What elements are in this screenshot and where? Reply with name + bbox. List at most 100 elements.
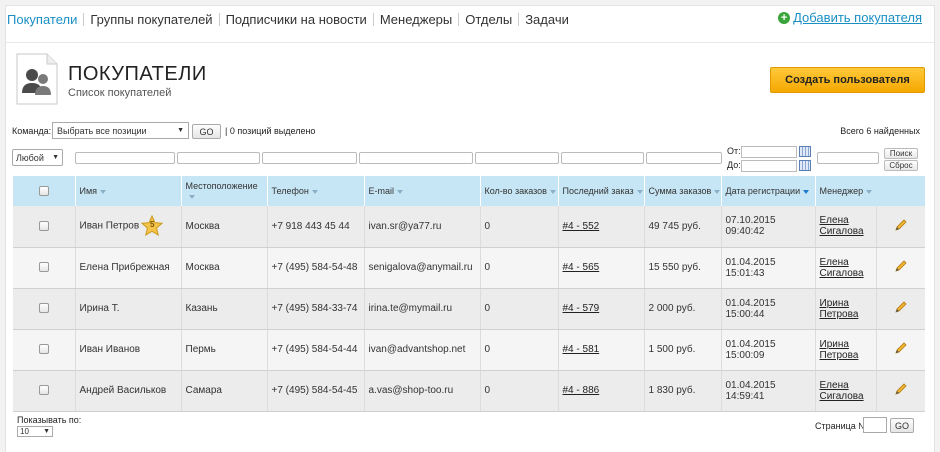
date-to-input[interactable] (741, 160, 797, 172)
phone-cell: +7 918 443 45 44 (266, 206, 364, 248)
command-go-button[interactable]: GO (192, 124, 221, 139)
manager-link[interactable]: Елена Сигалова (814, 206, 876, 248)
manager-first-name: Елена (819, 215, 849, 227)
pencil-edit-icon[interactable] (894, 259, 908, 273)
command-label: Команда: (12, 126, 52, 136)
customer-name-cell: Елена Прибрежная (74, 247, 181, 289)
manager-filter-input[interactable] (817, 152, 879, 164)
nav-item-customer-groups[interactable]: Группы покупателей (83, 12, 218, 26)
row-select-cell (13, 370, 75, 412)
nav-item-tasks[interactable]: Задачи (518, 12, 575, 26)
reg-date-cell: 01.04.2015 15:00:44 (720, 288, 815, 330)
last-order-link[interactable]: #4 - 581 (557, 329, 644, 371)
last-order-link[interactable]: #4 - 552 (557, 206, 644, 248)
last-order-filter-input[interactable] (561, 152, 644, 164)
customer-name: Иван Петров (79, 220, 140, 232)
email-cell: ivan.sr@ya77.ru (363, 206, 480, 248)
reg-date: 01.04.2015 (725, 297, 776, 309)
manager-first-name: Ирина (819, 338, 849, 350)
command-select[interactable]: Выбрать все позиции ▼ (52, 122, 189, 139)
page-number-input[interactable] (863, 417, 887, 433)
email-filter-input[interactable] (359, 152, 473, 164)
orders-sum-cell: 1 830 руб. (643, 370, 721, 412)
checkbox-filter-select[interactable]: Любой ▼ (12, 149, 63, 166)
orders-sum-filter-input[interactable] (646, 152, 722, 164)
add-customer-link[interactable]: + Добавить покупателя (778, 10, 922, 25)
create-user-button[interactable]: Создать пользователя (770, 67, 925, 93)
customer-name: Ирина Т. (79, 303, 120, 314)
page-go-button[interactable]: GO (890, 418, 914, 433)
column-header-orders-sum[interactable]: Сумма заказов (643, 176, 721, 206)
top-nav: Покупатели Группы покупателей Подписчики… (7, 11, 575, 27)
manager-link[interactable]: Елена Сигалова (814, 370, 876, 412)
table-row: Ирина Т. Казань +7 (495) 584-33-74 irina.te… (13, 288, 926, 330)
page-size-select[interactable]: 10 ▼ (17, 426, 53, 437)
search-button[interactable]: Поиск (884, 148, 918, 159)
nav-item-departments[interactable]: Отделы (458, 12, 518, 26)
email-cell: irina.te@mymail.ru (363, 288, 480, 330)
sort-arrow-icon (866, 189, 873, 194)
table-row: Иван Петров 5 Москва +7 918 443 45 44 ivan.s… (13, 206, 926, 248)
row-checkbox[interactable] (38, 385, 49, 396)
reg-date-cell: 07.10.2015 09:40:42 (720, 206, 815, 248)
table-row: Елена Прибрежная Москва +7 (495) 584-54-48… (13, 247, 926, 289)
nav-item-customers[interactable]: Покупатели (7, 13, 83, 26)
column-header-location[interactable]: Местоположение (180, 176, 267, 206)
pencil-edit-icon[interactable] (894, 300, 908, 314)
sort-arrow-icon (397, 189, 404, 194)
row-checkbox[interactable] (38, 303, 49, 314)
calendar-icon[interactable] (799, 160, 811, 171)
customer-name-cell: Иван Петров 5 (74, 206, 181, 248)
column-header-last-order[interactable]: Последний заказ (557, 176, 644, 206)
date-from-input[interactable] (741, 146, 797, 158)
edit-cell (875, 206, 926, 248)
manager-link[interactable]: Ирина Петрова (814, 288, 876, 330)
edit-cell (875, 288, 926, 330)
customer-name-cell: Андрей Васильков (74, 370, 181, 412)
column-header-orders-count[interactable]: Кол-во заказов (479, 176, 558, 206)
column-header-reg-date[interactable]: Дата регистрации (720, 176, 815, 206)
nav-item-managers[interactable]: Менеджеры (372, 12, 458, 26)
select-all-checkbox[interactable] (38, 186, 49, 197)
last-order-link[interactable]: #4 - 565 (557, 247, 644, 289)
manager-first-name: Елена (819, 256, 849, 268)
calendar-icon[interactable] (799, 146, 811, 157)
add-customer-label: Добавить покупателя (793, 10, 922, 25)
pencil-edit-icon[interactable] (894, 382, 908, 396)
row-checkbox[interactable] (38, 221, 49, 232)
filter-select-value: Любой (16, 152, 44, 163)
reg-time: 14:59:41 (725, 390, 765, 402)
reg-date: 07.10.2015 (725, 215, 776, 227)
customer-name-cell: Ирина Т. (74, 288, 181, 330)
last-order-link[interactable]: #4 - 886 (557, 370, 644, 412)
page-number-label: Страница № (815, 421, 868, 431)
column-header-phone[interactable]: Телефон (266, 176, 364, 206)
name-filter-input[interactable] (75, 152, 175, 164)
reg-time: 15:01:43 (725, 267, 765, 279)
table-row: Иван Иванов Пермь +7 (495) 584-54-44 ivan@a… (13, 329, 926, 371)
row-checkbox[interactable] (38, 262, 49, 273)
row-checkbox[interactable] (38, 344, 49, 355)
phone-filter-input[interactable] (262, 152, 357, 164)
manager-first-name: Елена (819, 379, 849, 391)
email-cell: a.vas@shop-too.ru (363, 370, 480, 412)
pencil-edit-icon[interactable] (894, 341, 908, 355)
edit-cell (875, 247, 926, 289)
manager-last-name: Петрова (819, 349, 859, 361)
nav-item-subscribers[interactable]: Подписчики на новости (218, 12, 373, 26)
orders-count-filter-input[interactable] (475, 152, 559, 164)
manager-link[interactable]: Елена Сигалова (814, 247, 876, 289)
orders-count-cell: 0 (479, 329, 558, 371)
reg-date-cell: 01.04.2015 14:59:41 (720, 370, 815, 412)
column-header-manager[interactable]: Менеджер (814, 176, 926, 206)
last-order-link[interactable]: #4 - 579 (557, 288, 644, 330)
location-filter-input[interactable] (177, 152, 260, 164)
manager-link[interactable]: Ирина Петрова (814, 329, 876, 371)
column-header-email[interactable]: E-mail (363, 176, 480, 206)
column-header-name[interactable]: Имя (74, 176, 181, 206)
pencil-edit-icon[interactable] (894, 218, 908, 232)
orders-sum-cell: 15 550 руб. (643, 247, 721, 289)
sort-arrow-icon (549, 189, 556, 194)
reset-button[interactable]: Сброс (884, 160, 918, 171)
reg-date: 01.04.2015 (725, 338, 776, 350)
